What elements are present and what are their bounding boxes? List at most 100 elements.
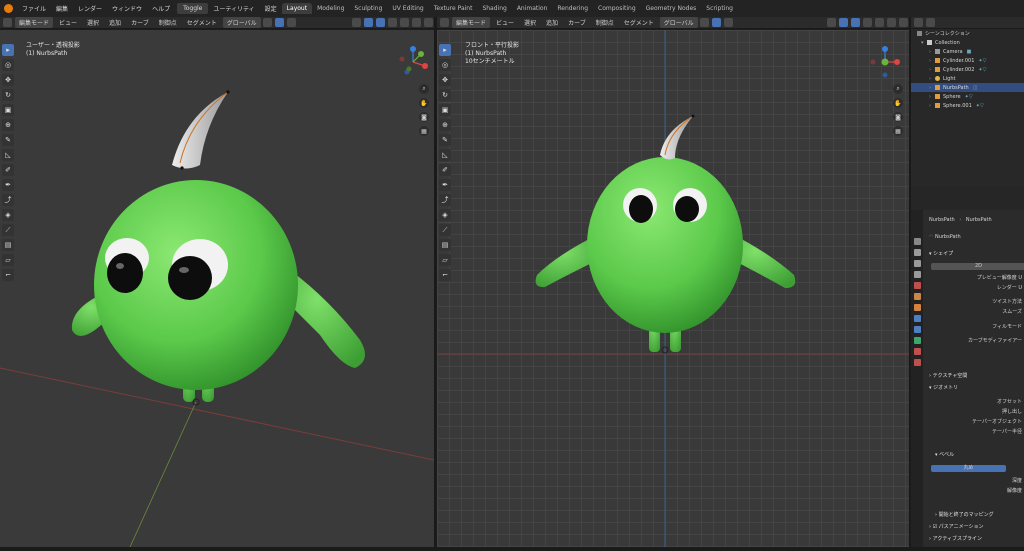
outliner-item-nurbspath[interactable]: › NurbsPath ◫ xyxy=(911,83,1024,92)
perspective-toggle-icon[interactable]: ▦ xyxy=(419,126,429,136)
physics-tab-icon[interactable] xyxy=(913,326,921,333)
outliner-item-sphere-001[interactable]: › Sphere.001 ✦▽ xyxy=(911,101,1024,110)
editor-type-icon[interactable] xyxy=(440,18,449,27)
menu-curve[interactable]: カーブ xyxy=(127,18,153,27)
modifier-icon[interactable]: ✦▽ xyxy=(976,103,984,109)
shading-solid-icon[interactable] xyxy=(400,18,409,27)
shading-rendered-icon[interactable] xyxy=(899,18,908,27)
filter-icon[interactable] xyxy=(926,18,935,27)
scene-tab-icon[interactable] xyxy=(913,282,921,289)
transform-tool-icon[interactable]: ⊕ xyxy=(439,119,451,131)
menu-utility[interactable]: ユーティリティ xyxy=(208,4,259,13)
menu-view[interactable]: ビュー xyxy=(492,18,518,27)
pivot-icon[interactable] xyxy=(262,18,272,27)
scale-tool-icon[interactable]: ▣ xyxy=(2,104,14,116)
transform-orientation-select[interactable]: グローバル xyxy=(222,17,261,28)
camera-view-icon[interactable]: ◙ xyxy=(419,112,429,122)
menu-window[interactable]: ウィンドウ xyxy=(107,4,147,13)
radius-tool-icon[interactable]: ◈ xyxy=(2,209,14,221)
tab-texture-paint[interactable]: Texture Paint xyxy=(429,3,478,14)
tab-uv-editing[interactable]: UV Editing xyxy=(387,3,428,14)
pan-hand-icon[interactable]: ✋ xyxy=(419,98,429,108)
move-tool-icon[interactable]: ✥ xyxy=(2,74,14,86)
editor-type-icon[interactable] xyxy=(914,18,923,27)
tab-modeling[interactable]: Modeling xyxy=(312,3,349,14)
menu-file[interactable]: ファイル xyxy=(17,4,51,13)
data-breadcrumb[interactable]: NurbsPath xyxy=(966,217,992,223)
measure-tool-icon[interactable]: ◺ xyxy=(2,149,14,161)
rotate-tool-icon[interactable]: ↻ xyxy=(439,89,451,101)
corner-tool-icon[interactable]: ⌐ xyxy=(2,269,14,281)
menu-select[interactable]: 選択 xyxy=(83,18,103,27)
shading-material-icon[interactable] xyxy=(887,18,896,27)
right-3d-viewport[interactable]: フロント・平行投影 (1) NurbsPath 10センチメートル ▸ ◎ ✥ … xyxy=(437,30,909,547)
menu-add[interactable]: 追加 xyxy=(542,18,562,27)
collection-row[interactable]: ▾ Collection xyxy=(911,38,1024,47)
panel-shape[interactable]: ▾ シェイプ xyxy=(929,250,953,257)
modifier-tab-icon[interactable] xyxy=(913,315,921,322)
tool-tab-icon[interactable] xyxy=(913,238,921,245)
randomize-tool-icon[interactable]: ▤ xyxy=(439,239,451,251)
annotate-tool-icon[interactable]: ✎ xyxy=(2,134,14,146)
menu-view[interactable]: ビュー xyxy=(55,18,81,27)
left-3d-viewport[interactable]: ユーザー・透視投影 (1) NurbsPath ▸ ◎ ✥ ↻ ▣ ⊕ ✎ ◺ … xyxy=(0,30,434,547)
render-tab-icon[interactable] xyxy=(913,249,921,256)
draw-tool-icon[interactable]: ✐ xyxy=(2,164,14,176)
dimension-2d-button[interactable]: 2D xyxy=(931,263,1024,270)
menu-control-points[interactable]: 制御点 xyxy=(155,18,181,27)
mode-select[interactable]: 編集モード xyxy=(15,17,54,28)
shear-tool-icon[interactable]: ▱ xyxy=(439,254,451,266)
overlay-icon[interactable] xyxy=(851,18,860,27)
measure-tool-icon[interactable]: ◺ xyxy=(439,149,451,161)
menu-segments[interactable]: セグメント xyxy=(183,18,221,27)
perspective-toggle-icon[interactable]: ▦ xyxy=(893,126,903,136)
annotate-tool-icon[interactable]: ✎ xyxy=(439,134,451,146)
move-tool-icon[interactable]: ✥ xyxy=(439,74,451,86)
shading-solid-icon[interactable] xyxy=(875,18,884,27)
curve-data-icon[interactable]: ◫ xyxy=(973,85,978,91)
pen-tool-icon[interactable]: ✒ xyxy=(2,179,14,191)
menu-settings[interactable]: 設定 xyxy=(260,4,282,13)
modifier-icon[interactable]: ✦▽ xyxy=(978,58,986,64)
select-box-tool-icon[interactable]: ▸ xyxy=(439,44,451,56)
tab-layout[interactable]: Layout xyxy=(281,3,313,14)
bevel-round-button[interactable]: 丸め xyxy=(931,465,1006,472)
transform-orientation-select[interactable]: グローバル xyxy=(659,17,698,28)
output-tab-icon[interactable] xyxy=(913,260,921,267)
modifier-icon[interactable]: ✦▽ xyxy=(978,67,986,73)
data-block-selector[interactable]: ◠ NurbsPath xyxy=(929,234,961,240)
shading-material-icon[interactable] xyxy=(412,18,421,27)
zoom-icon[interactable]: ⌕ xyxy=(893,84,903,94)
modifier-icon[interactable]: ✦▽ xyxy=(965,94,973,100)
panel-bevel[interactable]: ▾ ベベル xyxy=(935,451,954,458)
mode-select[interactable]: 編集モード xyxy=(452,17,491,28)
material-tab-icon[interactable] xyxy=(913,348,921,355)
tab-compositing[interactable]: Compositing xyxy=(593,3,641,14)
menu-add[interactable]: 追加 xyxy=(105,18,125,27)
curve-data-tab-icon[interactable] xyxy=(913,337,921,344)
pivot-icon[interactable] xyxy=(699,18,709,27)
tilt-tool-icon[interactable]: ⟋ xyxy=(2,224,14,236)
outliner-item-sphere[interactable]: › Sphere ✦▽ xyxy=(911,92,1024,101)
editor-type-icon[interactable] xyxy=(3,18,12,27)
camera-data-icon[interactable]: ■ xyxy=(967,49,972,55)
shading-rendered-icon[interactable] xyxy=(424,18,433,27)
menu-help[interactable]: ヘルプ xyxy=(147,4,175,13)
menu-render[interactable]: レンダー xyxy=(73,4,107,13)
radius-tool-icon[interactable]: ◈ xyxy=(439,209,451,221)
menu-edit[interactable]: 編集 xyxy=(51,4,73,13)
tab-sculpting[interactable]: Sculpting xyxy=(349,3,387,14)
tab-scripting[interactable]: Scripting xyxy=(701,3,738,14)
visibility-icon[interactable] xyxy=(352,18,361,27)
proportional-icon[interactable] xyxy=(723,18,733,27)
panel-active-spline[interactable]: › アクティブスプライン xyxy=(929,535,982,542)
pen-tool-icon[interactable]: ✒ xyxy=(439,179,451,191)
draw-tool-icon[interactable]: ✐ xyxy=(439,164,451,176)
data-name-field[interactable]: NurbsPath xyxy=(935,234,961,240)
shear-tool-icon[interactable]: ▱ xyxy=(2,254,14,266)
panel-path-animation[interactable]: › ☑ パスアニメーション xyxy=(929,523,983,530)
tilt-tool-icon[interactable]: ⟋ xyxy=(439,224,451,236)
cursor-tool-icon[interactable]: ◎ xyxy=(2,59,14,71)
menu-control-points[interactable]: 制御点 xyxy=(592,18,618,27)
tab-shading[interactable]: Shading xyxy=(477,3,511,14)
